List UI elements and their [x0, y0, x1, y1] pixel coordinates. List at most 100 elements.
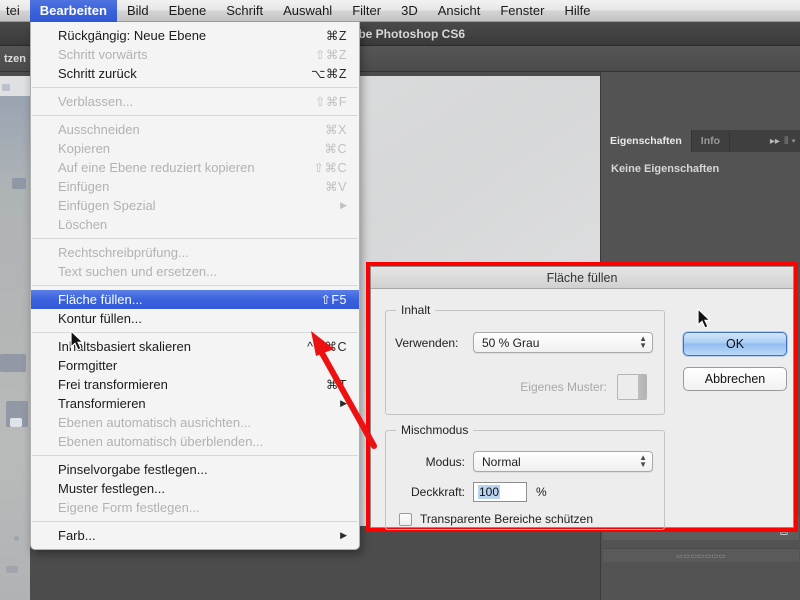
menu-item-label: Pinselvorgabe festlegen... [58, 462, 208, 477]
opacity-label: Deckkraft: [410, 485, 465, 499]
menu-item-shortcut: ⌥⌘Z [310, 67, 347, 81]
panel-resize-grip[interactable]: ▭▭▭▭▭▭▭ [603, 548, 799, 562]
edit-dropdown-menu: Rückgängig: Neue Ebene ⌘Z Schritt vorwärts… [30, 22, 360, 550]
menu-item-ausschneiden[interactable]: Ausschneiden ⌘X [31, 120, 359, 139]
double-chevron-right-icon[interactable]: ▸▸ [766, 130, 784, 152]
menu-item-shortcut: ⇧⌘Z [314, 48, 347, 62]
menu-item-rechtschreibprüfung[interactable]: Rechtschreibprüfung... [31, 243, 359, 262]
mode-select[interactable]: Normal ▲ ▼ [473, 451, 653, 472]
pattern-swatch[interactable] [617, 374, 647, 400]
grip-dots: ▭▭▭▭▭▭▭ [676, 552, 726, 560]
menu-item-kontur-füllen[interactable]: Kontur füllen... [31, 309, 359, 328]
menu-item-farb[interactable]: Farb... ▶ [31, 526, 359, 545]
blend-group-legend: Mischmodus [396, 423, 474, 437]
submenu-arrow-icon: ▶ [340, 398, 347, 408]
stepper-arrows-icon[interactable]: ▲ ▼ [639, 454, 647, 469]
menu-item-einfügen[interactable]: Einfügen ⌘V [31, 177, 359, 196]
menu-item-verblassen[interactable]: Verblassen... ⇧⌘F [31, 92, 359, 111]
menu-item-eigene-form-festlegen[interactable]: Eigene Form festlegen... [31, 498, 359, 517]
menu-item-ebenen-automatisch-ausrichten[interactable]: Ebenen automatisch ausrichten... [31, 413, 359, 432]
menu-separator [32, 455, 358, 456]
menu-item-einfügen-spezial[interactable]: Einfügen Spezial ▶ [31, 196, 359, 215]
menu-item-label: Ebenen automatisch ausrichten... [58, 415, 251, 430]
menu-item-label: Rechtschreibprüfung... [58, 245, 189, 260]
menu-item-label: Muster festlegen... [58, 481, 165, 496]
opacity-unit: % [536, 485, 547, 499]
use-select-value: 50 % Grau [482, 335, 540, 350]
menu-item-kopieren[interactable]: Kopieren ⌘C [31, 139, 359, 158]
left-image-strip [0, 96, 30, 600]
fill-dialog-body: Inhalt Verwenden: 50 % Grau ▲ ▼ Eigenes M… [371, 290, 793, 530]
ok-button[interactable]: OK [683, 332, 787, 356]
menubar-item-bearbeiten[interactable]: Bearbeiten [29, 0, 117, 22]
menubar-item-fenster[interactable]: Fenster [490, 0, 554, 22]
menu-item-schritt-vorwärts[interactable]: Schritt vorwärts ⇧⌘Z [31, 45, 359, 64]
menu-item-label: Ebenen automatisch überblenden... [58, 434, 264, 449]
menu-item-label: Schritt vorwärts [58, 47, 148, 62]
content-group-legend: Inhalt [396, 303, 436, 317]
menu-item-inhaltsbasiert-skalieren[interactable]: Inhaltsbasiert skalieren ^⇧⌘C [31, 337, 359, 356]
menu-item-text-suchen-und-ersetzen[interactable]: Text suchen und ersetzen... [31, 262, 359, 281]
submenu-arrow-icon: ▶ [340, 200, 347, 210]
menubar-item-ebene[interactable]: Ebene [159, 0, 217, 22]
preserve-transparency-checkbox[interactable] [399, 512, 412, 526]
menu-separator [32, 238, 358, 239]
menubar-item-auswahl[interactable]: Auswahl [273, 0, 342, 22]
menu-separator [32, 115, 358, 116]
menu-item-transformieren[interactable]: Transformieren ▶ [31, 394, 359, 413]
menu-item-rückgängig-neue-ebene[interactable]: Rückgängig: Neue Ebene ⌘Z [31, 26, 359, 45]
screen-root: Adobe Photoshop CS6 tzen Eigenschaften I… [0, 0, 800, 600]
menu-item-label: Auf eine Ebene reduziert kopieren [58, 160, 255, 175]
opacity-value: 100 [478, 485, 501, 499]
menu-item-pinselvorgabe-festlegen[interactable]: Pinselvorgabe festlegen... [31, 460, 359, 479]
menu-item-label: Transformieren [58, 396, 146, 411]
menu-item-label: Einfügen [58, 179, 110, 194]
menubar-item-3d[interactable]: 3D [391, 0, 428, 22]
menu-item-label: Schritt zurück [58, 66, 137, 81]
menu-item-frei-transformieren[interactable]: Frei transformieren ⌘T [31, 375, 359, 394]
menu-separator [32, 285, 358, 286]
menu-item-label: Fläche füllen... [58, 292, 143, 307]
menu-item-schritt-zurück[interactable]: Schritt zurück ⌥⌘Z [31, 64, 359, 83]
fill-dialog: Fläche füllen Inhalt Verwenden: 50 % Gra… [370, 266, 794, 530]
menu-item-label: Formgitter [58, 358, 118, 373]
menubar-item-datei[interactable]: tei [0, 0, 30, 22]
mode-select-value: Normal [482, 454, 521, 469]
tab-info[interactable]: Info [692, 130, 731, 152]
menu-item-label: Kopieren [58, 141, 111, 156]
options-bar-label: tzen [4, 52, 26, 65]
menubar-item-hilfe[interactable]: Hilfe [554, 0, 600, 22]
menu-item-label: Rückgängig: Neue Ebene [58, 28, 207, 43]
ok-button-label: OK [725, 337, 745, 351]
menu-item-muster-festlegen[interactable]: Muster festlegen... [31, 479, 359, 498]
use-select[interactable]: 50 % Grau ▲ ▼ [473, 332, 653, 353]
menu-item-shortcut: ⇧⌘F [314, 95, 347, 109]
opacity-row: Deckkraft: 100 % [395, 482, 547, 502]
menubar-item-schrift[interactable]: Schrift [216, 0, 273, 22]
menu-item-shortcut: ⌘T [325, 378, 347, 392]
menubar-item-filter[interactable]: Filter [342, 0, 391, 22]
stepper-arrows-icon[interactable]: ▲ ▼ [639, 335, 647, 350]
tab-eigenschaften[interactable]: Eigenschaften [601, 130, 692, 152]
preserve-transparency-label: Transparente Bereiche schützen [420, 512, 593, 526]
menu-item-shortcut: ⌘X [325, 123, 347, 137]
menu-item-löschen[interactable]: Löschen [31, 215, 359, 234]
menubar-item-ansicht[interactable]: Ansicht [428, 0, 491, 22]
mode-label: Modus: [425, 454, 465, 469]
menubar-item-bild[interactable]: Bild [117, 0, 159, 22]
panel-grip-icon[interactable]: ⦀ ▾ [784, 130, 800, 152]
menu-item-label: Verblassen... [58, 94, 134, 109]
preserve-row[interactable]: Transparente Bereiche schützen [399, 512, 593, 526]
menu-item-fläche-füllen[interactable]: Fläche füllen... ⇧F5 [31, 290, 359, 309]
menu-separator [32, 332, 358, 333]
menu-item-ebenen-automatisch-überblenden[interactable]: Ebenen automatisch überblenden... [31, 432, 359, 451]
menu-item-formgitter[interactable]: Formgitter [31, 356, 359, 375]
cancel-button-label: Abbrechen [704, 372, 766, 386]
menu-item-auf-eine-ebene-reduziert-kopieren[interactable]: Auf eine Ebene reduziert kopieren ⇧⌘C [31, 158, 359, 177]
menu-item-shortcut: ⇧⌘C [313, 161, 347, 175]
pattern-label: Eigenes Muster: [520, 380, 607, 394]
fill-dialog-titlebar: Fläche füllen [371, 267, 793, 289]
cancel-button[interactable]: Abbrechen [683, 367, 787, 391]
opacity-input[interactable]: 100 [473, 482, 527, 502]
use-row: Verwenden: 50 % Grau ▲ ▼ [395, 332, 653, 353]
